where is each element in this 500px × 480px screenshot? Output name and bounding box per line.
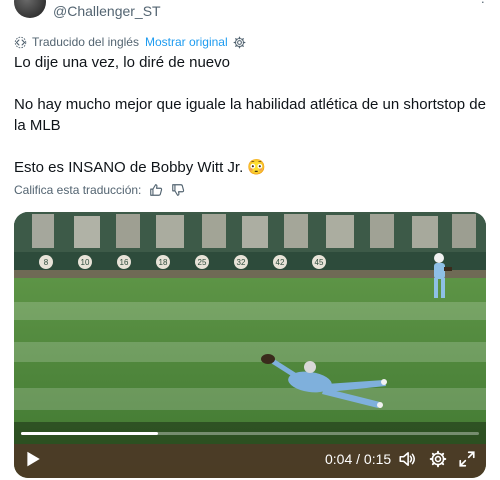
rate-label: Califica esta traducción:: [14, 183, 142, 197]
wall-number-label: 25: [198, 258, 207, 267]
wall-number-label: 42: [276, 258, 285, 267]
fullscreen-icon[interactable]: [458, 450, 476, 468]
tweet-line-2: No hay mucho mejor que iguale la habilid…: [14, 96, 486, 134]
play-icon[interactable]: [24, 450, 42, 468]
author-handle[interactable]: @Challenger_ST: [53, 3, 161, 19]
thumbs-up-icon[interactable]: [149, 183, 163, 197]
avatar[interactable]: [14, 0, 46, 18]
video-progress-fill: [21, 432, 159, 435]
wall-number-label: 8: [44, 258, 49, 267]
wall-number-label: 18: [159, 258, 168, 267]
settings-gear-icon[interactable]: [429, 450, 447, 468]
rate-translation: Califica esta traducción:: [14, 183, 185, 197]
tweet-line-3: Esto es INSANO de Bobby Witt Jr. 😳: [14, 159, 267, 176]
translation-label: Traducido del inglés: [32, 35, 139, 49]
video-time: 0:04 / 0:15: [325, 451, 392, 467]
wall-number-label: 32: [237, 258, 246, 267]
tweet-line-1: Lo dije una vez, lo diré de nuevo: [14, 54, 230, 71]
video-player[interactable]: 8 10 16 18 25 32 42 45 0:04 / 0:15: [14, 212, 486, 478]
volume-icon[interactable]: [398, 450, 416, 468]
tweet-header: @Challenger_ST ·: [0, 0, 500, 26]
wall-number-label: 16: [120, 258, 129, 267]
wall-number-label: 45: [315, 258, 324, 267]
video-progress-bar[interactable]: [21, 432, 479, 435]
more-options-icon[interactable]: ·: [481, 0, 486, 9]
tweet-text: Lo dije una vez, lo diré de nuevo No hay…: [14, 52, 486, 178]
show-original-link[interactable]: Mostrar original: [145, 35, 228, 49]
translation-notice: Traducido del inglés Mostrar original: [14, 34, 246, 50]
translate-icon: [14, 36, 27, 48]
video-controls: 0:04 / 0:15: [14, 438, 486, 478]
wall-number-label: 10: [81, 258, 90, 267]
gear-icon[interactable]: [233, 36, 246, 49]
thumbs-down-icon[interactable]: [171, 183, 185, 197]
